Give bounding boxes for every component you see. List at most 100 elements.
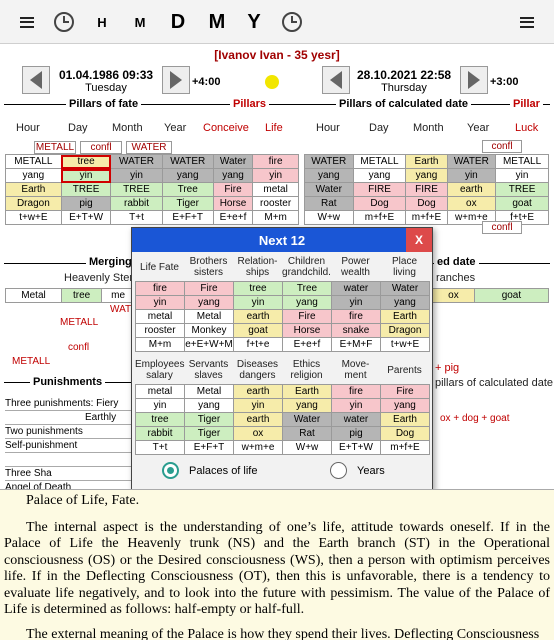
cell[interactable]: Earth [5, 182, 62, 197]
cell[interactable]: fire [252, 154, 299, 169]
cell[interactable]: Monkey [184, 323, 234, 338]
cell[interactable]: Tiger [184, 426, 234, 441]
cell[interactable]: Tree [282, 281, 332, 296]
cell[interactable]: E+T+W [60, 210, 112, 225]
cell[interactable]: Tiger [184, 412, 234, 427]
cell[interactable]: Fire [380, 384, 430, 399]
cell[interactable]: T+t [135, 440, 185, 455]
cell[interactable]: yang [161, 168, 214, 183]
cell[interactable]: WATER [110, 154, 163, 169]
menu-button[interactable] [18, 8, 36, 36]
cell[interactable]: METALL [495, 154, 549, 169]
cell[interactable]: Metal [184, 309, 234, 324]
cell[interactable]: pig [60, 196, 112, 211]
cell[interactable]: t+w+E [5, 210, 62, 225]
cell[interactable]: E+e+f [282, 337, 332, 352]
cell[interactable]: E+T+W [331, 440, 381, 455]
cell[interactable]: T+t [110, 210, 163, 225]
cell[interactable]: rabbit [135, 426, 185, 441]
cell[interactable]: yang [282, 398, 332, 413]
cell[interactable]: W+w [282, 440, 332, 455]
cell[interactable]: yin [495, 168, 549, 183]
cell[interactable]: metal [135, 384, 185, 399]
radio-selected-icon[interactable] [162, 462, 179, 479]
cell[interactable]: metal [135, 309, 185, 324]
cell[interactable]: yin [135, 295, 185, 310]
cell[interactable]: Earth [380, 309, 430, 324]
cell[interactable]: FIRE [405, 182, 448, 197]
cell[interactable]: goat [233, 323, 283, 338]
cell[interactable]: yang [380, 295, 430, 310]
cell[interactable]: Horse [212, 196, 254, 211]
cell[interactable]: f+t+e [233, 337, 283, 352]
cell[interactable]: Dog [380, 426, 430, 441]
cell[interactable]: me [101, 288, 135, 303]
cell[interactable]: earth [233, 412, 283, 427]
cell[interactable]: ox [446, 196, 497, 211]
cell[interactable]: Water [212, 154, 254, 169]
cell[interactable]: yang [405, 168, 448, 183]
cell[interactable]: E+M+F [331, 337, 381, 352]
cell[interactable]: yang [352, 168, 407, 183]
cell[interactable]: W+w [304, 210, 354, 225]
description-panel[interactable]: Palace of Life, Fate. The internal aspec… [0, 489, 554, 640]
cell[interactable]: fire [331, 384, 381, 399]
cell[interactable]: Dog [352, 196, 407, 211]
cell[interactable]: Fire [282, 309, 332, 324]
cell[interactable]: Dragon [5, 196, 62, 211]
cell[interactable]: yang [304, 168, 354, 183]
cell[interactable]: Horse [282, 323, 332, 338]
cell[interactable]: Water [282, 412, 332, 427]
cell[interactable]: yin [252, 168, 299, 183]
cell[interactable]: E+F+T [161, 210, 214, 225]
cell[interactable]: METALL [352, 154, 407, 169]
close-button[interactable]: X [406, 228, 432, 252]
cell[interactable]: FIRE [352, 182, 407, 197]
cell[interactable]: fire [331, 309, 381, 324]
cell[interactable]: METALL [5, 154, 62, 169]
cell[interactable]: yin [446, 168, 497, 183]
cell[interactable]: w+m+e [233, 440, 283, 455]
day-button[interactable]: D [167, 8, 189, 36]
cell[interactable]: water [331, 412, 381, 427]
cell[interactable]: tree [61, 288, 103, 303]
cell[interactable]: metal [252, 182, 299, 197]
cell[interactable]: snake [331, 323, 381, 338]
cell[interactable]: earth [233, 309, 283, 324]
cell[interactable]: goat [495, 196, 549, 211]
cell[interactable]: pig [331, 426, 381, 441]
hour-button[interactable]: H [94, 8, 110, 36]
cell[interactable]: goat [473, 288, 550, 303]
radio-unselected-icon[interactable] [330, 462, 347, 479]
cell[interactable]: WATER [304, 154, 354, 169]
cell[interactable]: E+e+f [212, 210, 254, 225]
cell[interactable]: earth [446, 182, 497, 197]
cell[interactable]: Earth [282, 384, 332, 399]
cell[interactable]: rabbit [110, 196, 163, 211]
cell[interactable]: yin [331, 295, 381, 310]
cell[interactable]: yang [282, 295, 332, 310]
clock-button-right[interactable] [280, 8, 304, 36]
cell[interactable]: yin [331, 398, 381, 413]
cell[interactable]: rooster [252, 196, 299, 211]
current-next-button[interactable] [460, 66, 488, 94]
cell[interactable]: yang [5, 168, 62, 183]
cell[interactable]: TREE [60, 182, 112, 197]
cell[interactable]: Earth [380, 412, 430, 427]
birth-timezone[interactable]: +4:00 [192, 76, 220, 88]
cell[interactable]: yang [184, 295, 234, 310]
cell[interactable]: yin [110, 168, 163, 183]
current-timezone[interactable]: +3:00 [490, 76, 518, 88]
palaces-radio[interactable]: Palaces of life [162, 462, 257, 479]
year-button[interactable]: Y [243, 8, 265, 36]
cell[interactable]: Dog [405, 196, 448, 211]
cell[interactable]: Rat [282, 426, 332, 441]
clock-button-left[interactable] [52, 8, 76, 36]
cell[interactable]: Metal [4, 288, 63, 303]
menu-button-right[interactable] [518, 8, 536, 36]
cell[interactable]: Metal [184, 384, 234, 399]
cell[interactable]: fire [135, 281, 185, 296]
cell[interactable]: TREE [110, 182, 163, 197]
cell[interactable]: yin [135, 398, 185, 413]
cell[interactable]: Water [304, 182, 354, 197]
